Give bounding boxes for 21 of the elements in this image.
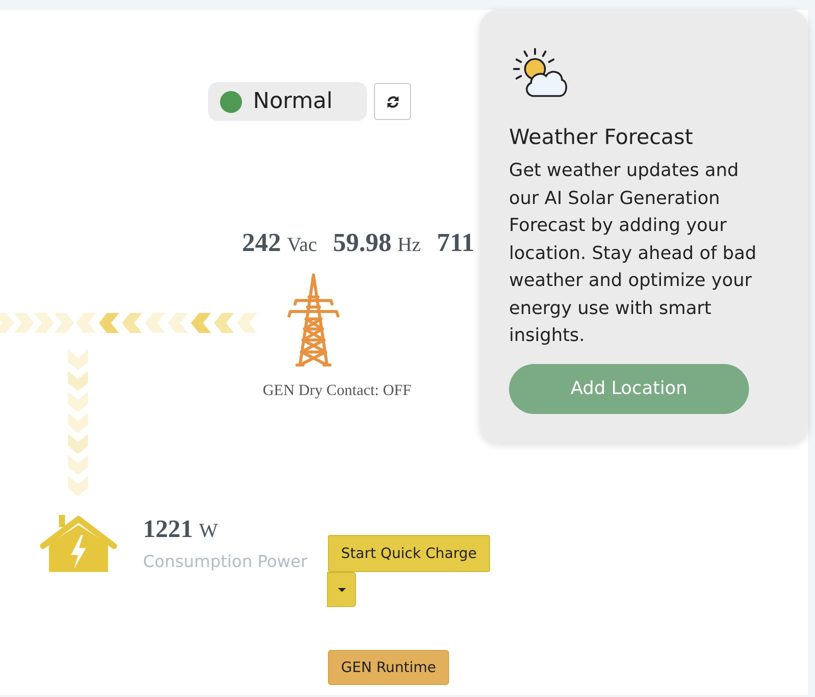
- status-label: Normal: [253, 90, 333, 112]
- power-unit: W: [199, 520, 218, 543]
- card-description: Get weather updates and our AI Solar Generation Forecast by adding your location. Stay ahead of bad weather and optimize your energy use with smart insights.: [509, 159, 758, 348]
- house-icon: [39, 513, 118, 572]
- dry-contact-status: GEN Dry Contact: OFF: [262, 382, 412, 400]
- caret-icon: [338, 588, 346, 592]
- quick-charge-button[interactable]: Start Quick Charge: [328, 535, 490, 572]
- sun-cloud-icon: [510, 47, 568, 99]
- refresh-icon: [386, 94, 400, 108]
- refresh-button[interactable]: [374, 83, 411, 120]
- transmission-tower-icon: [287, 273, 340, 367]
- reading-value: 711: [436, 228, 474, 258]
- runtime-button[interactable]: GEN Runtime: [328, 650, 450, 685]
- reading-unit: Vac: [287, 234, 317, 257]
- dropdown-toggle-button[interactable]: [327, 572, 356, 607]
- reading-value: 242: [242, 228, 281, 258]
- power-value: 1221: [143, 516, 193, 544]
- reading-value: 59.98: [332, 228, 392, 258]
- card-title: Weather Forecast: [509, 124, 693, 151]
- reading-unit: Hz: [397, 234, 421, 257]
- power-label: Consumption Power: [143, 552, 308, 571]
